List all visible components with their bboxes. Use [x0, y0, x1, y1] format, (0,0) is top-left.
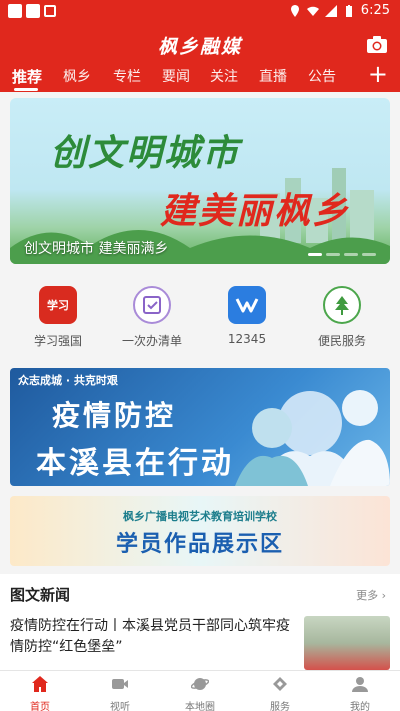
banner-headline-1: 疫情防控	[52, 399, 177, 432]
channel-tabs: 推荐 枫乡 专栏 要闻 关注 直播 公告	[0, 64, 400, 92]
chevron-right-icon: ›	[381, 589, 386, 602]
tab-recommend[interactable]: 推荐	[12, 66, 42, 87]
tab-notice[interactable]: 公告	[308, 66, 336, 86]
notification-icon	[8, 4, 22, 18]
epidemic-banner[interactable]: 众志成城 · 共克时艰 疫情防控 本溪县在行动	[10, 368, 390, 486]
carousel-caption: 创文明城市 建美丽满乡	[24, 241, 169, 257]
carousel-headline-2: 建美丽枫乡	[160, 190, 351, 232]
nav-label: 本地圈	[185, 702, 215, 711]
app-title: 枫乡融媒	[157, 36, 242, 58]
banner-tag: 众志成城 · 共克时艰	[18, 374, 118, 387]
carousel-dot	[362, 253, 376, 256]
nav-label: 我的	[350, 702, 370, 711]
photo-news-section: 图文新闻 更多 › 疫情防控在行动丨本溪县党员干部同心筑牢疫情防控“红色堡垒”	[0, 574, 400, 670]
tab-follow[interactable]: 关注	[210, 66, 238, 86]
nav-home[interactable]: 首页	[0, 675, 80, 711]
xuexi-qiangguo-icon: 学习	[39, 286, 77, 324]
carousel-headline-1: 创文明城市	[50, 132, 241, 174]
wifi-icon	[306, 6, 319, 16]
signal-icon	[324, 4, 337, 17]
quick-entry-grid: 学习 学习强国 一次办清单 12345 便民服务	[0, 278, 400, 358]
notification-icon	[44, 5, 56, 17]
news-item-title[interactable]: 疫情防控在行动丨本溪县党员干部同心筑牢疫情防控“红色堡垒”	[10, 616, 300, 658]
nav-label: 服务	[270, 702, 290, 711]
quick-entry-label: 学习强国	[33, 334, 82, 348]
bottom-navigation: 首页 视听 本地圈 服务 我的	[0, 670, 400, 711]
quick-entry-xuexi[interactable]: 学习 学习强国	[12, 286, 104, 349]
home-icon	[32, 676, 48, 692]
carousel-dot	[308, 253, 322, 256]
active-tab-indicator	[14, 88, 38, 91]
banner-headline-2: 本溪县在行动	[36, 446, 234, 481]
carousel-dot	[326, 253, 340, 256]
more-link[interactable]: 更多 ›	[356, 587, 386, 603]
quick-entry-services[interactable]: 便民服务	[296, 286, 388, 349]
more-label: 更多	[356, 589, 379, 602]
quick-entry-label: 12345	[227, 332, 267, 346]
nav-local[interactable]: 本地圈	[160, 675, 240, 711]
hotline-icon	[228, 286, 266, 324]
app-header: 枫乡融媒	[0, 24, 400, 64]
camera-icon[interactable]	[366, 34, 388, 54]
tree-service-icon	[323, 286, 361, 324]
tab-news[interactable]: 要闻	[162, 66, 190, 86]
notification-icons	[8, 4, 56, 18]
hero-carousel[interactable]: 创文明城市 建美丽枫乡 创文明城市 建美丽满乡	[10, 98, 390, 264]
banner-title: 学员作品展示区	[115, 532, 284, 557]
school-banner[interactable]: 枫乡广播电视艺术教育培训学校 学员作品展示区	[10, 496, 390, 566]
quick-entry-12345[interactable]: 12345	[201, 286, 293, 346]
service-icon	[273, 677, 287, 691]
battery-icon	[345, 4, 352, 17]
quick-entry-checklist[interactable]: 一次办清单	[106, 286, 198, 349]
svg-text:学习: 学习	[47, 298, 69, 312]
carousel-indicator	[308, 253, 376, 256]
carousel-dot	[344, 253, 358, 256]
user-icon	[352, 677, 368, 692]
status-bar: 6:25	[0, 0, 400, 24]
nav-label: 首页	[30, 702, 50, 711]
nav-services[interactable]: 服务	[240, 675, 320, 711]
nav-profile[interactable]: 我的	[320, 675, 400, 711]
quick-entry-label: 便民服务	[317, 334, 366, 348]
tab-fengxiang[interactable]: 枫乡	[63, 66, 91, 86]
checklist-icon	[133, 286, 171, 324]
banner-subtitle: 枫乡广播电视艺术教育培训学校	[123, 510, 277, 523]
tab-live[interactable]: 直播	[259, 66, 287, 86]
planet-icon	[190, 678, 210, 690]
nav-label: 视听	[110, 702, 130, 711]
quick-entry-label: 一次办清单	[121, 334, 182, 348]
news-thumbnail[interactable]	[304, 616, 390, 670]
notification-icon	[26, 4, 40, 18]
add-channel-button[interactable]: +	[368, 62, 388, 86]
section-title: 图文新闻	[10, 586, 71, 604]
status-time: 6:25	[360, 3, 390, 18]
video-icon	[112, 679, 128, 689]
nav-video[interactable]: 视听	[80, 675, 160, 711]
location-icon	[290, 4, 299, 17]
tab-column[interactable]: 专栏	[113, 66, 141, 86]
